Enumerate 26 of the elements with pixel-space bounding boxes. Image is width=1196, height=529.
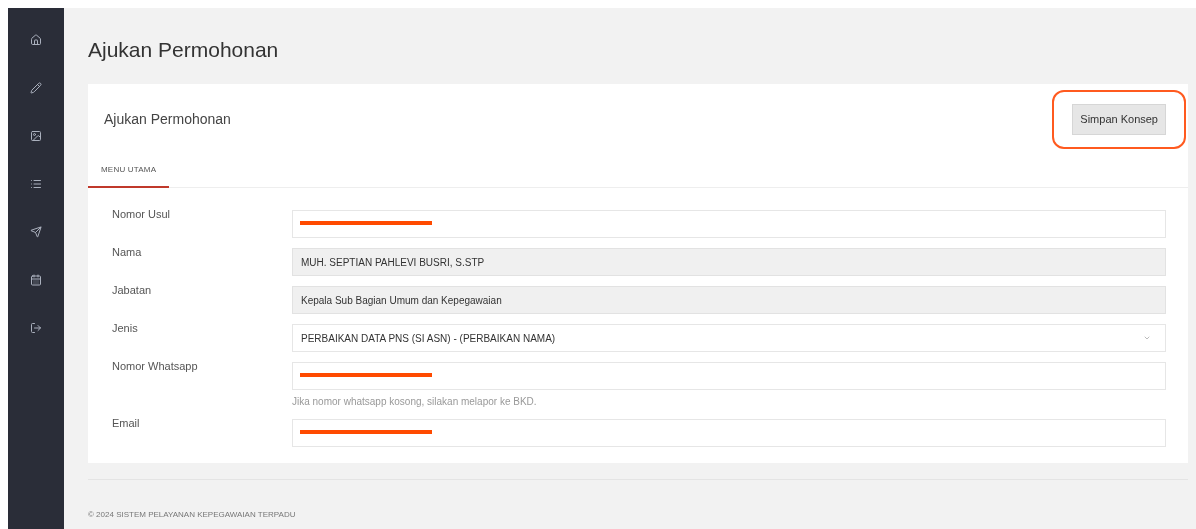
text-field[interactable]: MUH. SEPTIAN PAHLEVI BUSRI, S.STP: [292, 248, 1166, 276]
field-label: Email: [112, 416, 141, 431]
field-label: Nama: [112, 245, 143, 260]
save-draft-button[interactable]: Simpan Konsep: [1072, 103, 1166, 135]
calendar-icon[interactable]: [30, 274, 42, 286]
field-label: Jabatan: [112, 283, 153, 298]
tab[interactable]: MENU UTAMA: [88, 154, 170, 188]
pencil-icon[interactable]: [30, 82, 42, 94]
text-field[interactable]: [292, 362, 1166, 390]
home-icon[interactable]: [30, 34, 42, 46]
help-text: Jika nomor whatsapp kosong, silakan melapor ke BKD.: [292, 395, 538, 409]
image-icon[interactable]: [30, 130, 42, 142]
text-field[interactable]: Kepala Sub Bagian Umum dan Kepegawaian: [292, 286, 1166, 314]
type-select[interactable]: PERBAIKAN DATA PNS (SI ASN) - (PERBAIKAN NAMA): [292, 324, 1166, 352]
logout-icon[interactable]: [30, 322, 42, 334]
text-field[interactable]: [292, 210, 1166, 238]
field-label: Nomor Whatsapp: [112, 359, 199, 374]
list-icon[interactable]: [30, 178, 42, 190]
footer-text: © 2024 SISTEM PELAYANAN KEPEGAWAIAN TERPADU: [88, 510, 296, 519]
dropdown-caret-icon: [1143, 334, 1151, 342]
send-icon[interactable]: [30, 226, 42, 238]
field-label: Jenis: [112, 321, 139, 336]
card-title: Ajukan Permohonan: [104, 109, 231, 129]
text-field[interactable]: [292, 419, 1166, 447]
page-title: Ajukan Permohonan: [88, 37, 280, 63]
field-label: Nomor Usul: [112, 207, 172, 222]
